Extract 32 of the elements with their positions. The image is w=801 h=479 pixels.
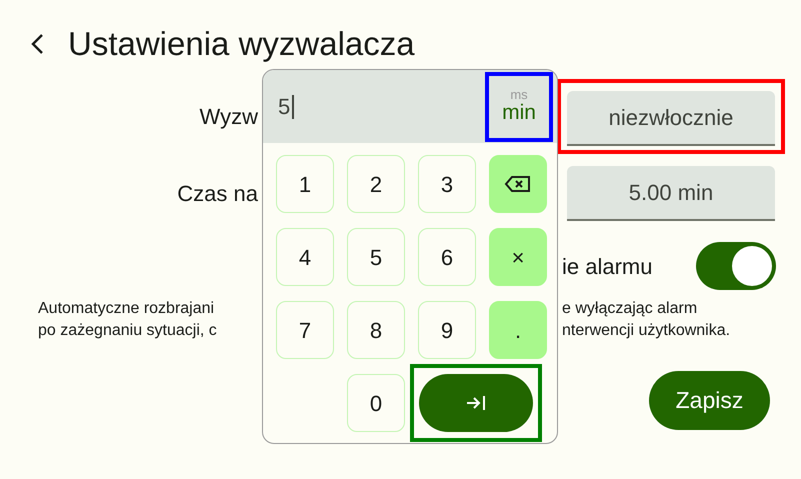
text-cursor xyxy=(292,94,294,118)
input-value: 5 xyxy=(278,93,290,121)
save-button[interactable]: Zapisz xyxy=(649,371,770,430)
description-text: po zażegnaniu sytuacji, c xyxy=(38,322,217,339)
backspace-key[interactable] xyxy=(489,155,547,213)
keypad-key[interactable]: . xyxy=(489,301,547,359)
keypad-key[interactable]: 7 xyxy=(276,301,334,359)
keypad-key[interactable]: 0 xyxy=(347,374,405,432)
field-label: Czas na xyxy=(177,181,258,206)
keypad-key[interactable]: 3 xyxy=(418,155,476,213)
time-field[interactable]: 5.00 min xyxy=(567,166,775,221)
keypad-key[interactable]: 2 xyxy=(347,155,405,213)
page-title: Ustawienia wyzwalacza xyxy=(68,24,415,64)
toggle-switch[interactable] xyxy=(696,242,776,290)
keypad-key[interactable]: 9 xyxy=(418,301,476,359)
back-icon[interactable] xyxy=(30,33,44,55)
keypad-key[interactable]: 1 xyxy=(276,155,334,213)
keypad-key[interactable]: 5 xyxy=(347,228,405,286)
number-input[interactable]: 5 ms min xyxy=(263,70,557,143)
field-label: Wyzw xyxy=(200,104,258,129)
trigger-field[interactable]: niezwłocznie xyxy=(567,91,775,146)
description-text: nterwencji użytkownika. xyxy=(562,322,730,339)
toggle-label: ie alarmu xyxy=(562,252,652,280)
keypad-key[interactable]: × xyxy=(489,228,547,286)
keypad-key[interactable]: 4 xyxy=(276,228,334,286)
description-text: e wyłączając alarm xyxy=(562,300,698,317)
unit-option[interactable]: min xyxy=(502,101,536,125)
keypad-key[interactable]: 8 xyxy=(347,301,405,359)
arrow-to-bar-icon xyxy=(465,393,487,413)
description-text: Automatyczne rozbrajani xyxy=(38,300,214,317)
keypad-key[interactable]: 6 xyxy=(418,228,476,286)
backspace-icon xyxy=(504,175,532,193)
